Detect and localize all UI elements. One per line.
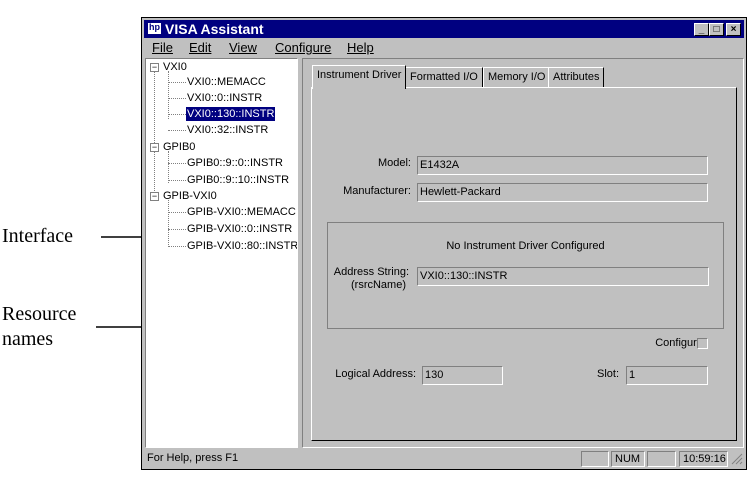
status-pane-caps	[581, 451, 609, 467]
tree-branch	[168, 114, 186, 115]
status-time: 10:59:16	[679, 451, 728, 467]
tree-resource-gpib0-9-10-instr[interactable]: GPIB0::9::10::INSTR	[187, 173, 289, 187]
tree-resource-gpib-vxi0-80-instr[interactable]: GPIB-VXI0::80::INSTR	[187, 239, 297, 253]
minimize-button[interactable]: _	[694, 23, 709, 36]
tab-attributes[interactable]: Attributes	[548, 67, 605, 87]
tree-interface-gpib0[interactable]: GPIB0	[163, 140, 195, 154]
slot-field[interactable]: 1	[626, 366, 708, 385]
collapse-gpib-vxi0-icon[interactable]: −	[150, 192, 159, 201]
status-num: NUM	[611, 451, 645, 467]
title-bar[interactable]: hp VISA Assistant _ □ ×	[144, 20, 744, 38]
collapse-vxi0-icon[interactable]: −	[150, 63, 159, 72]
instrument-driver-panel: Model: E1432A Manufacturer: Hewlett-Pack…	[311, 87, 737, 441]
logical-address-field[interactable]: 130	[422, 366, 503, 385]
tree-branch	[168, 82, 186, 83]
menu-configure[interactable]: Configure	[275, 40, 331, 55]
tree-root-line	[154, 69, 155, 193]
tree-resource-gpib-vxi0-memacc[interactable]: GPIB-VXI0::MEMACC	[187, 205, 296, 219]
visa-assistant-window: hp VISA Assistant _ □ × File Edit View C…	[141, 17, 747, 470]
configure-checkbox[interactable]	[697, 338, 708, 349]
hp-app-icon[interactable]: hp	[147, 22, 162, 35]
tree-branch	[168, 246, 186, 247]
tree-branch	[168, 229, 186, 230]
tab-memory-io[interactable]: Memory I/O	[483, 67, 551, 87]
menu-bar: File Edit View Configure Help	[144, 39, 744, 57]
tree-resource-vxi0-32-instr[interactable]: VXI0::32::INSTR	[187, 123, 268, 137]
model-label: Model:	[377, 157, 411, 169]
tree-interface-vxi0[interactable]: VXI0	[163, 60, 187, 74]
tree-interface-gpib-vxi0[interactable]: GPIB-VXI0	[163, 189, 217, 203]
address-string-field[interactable]: VXI0::130::INSTR	[417, 267, 709, 286]
menu-help[interactable]: Help	[347, 40, 374, 55]
resize-grip-icon[interactable]	[731, 453, 743, 465]
tree-resource-gpib-vxi0-0-instr[interactable]: GPIB-VXI0::0::INSTR	[187, 222, 292, 236]
rsrcname-label: (rsrcName)	[351, 279, 406, 291]
status-pane-scroll	[647, 451, 676, 467]
no-driver-message: No Instrument Driver Configured	[446, 240, 605, 252]
tree-gpib0-line	[168, 151, 169, 183]
close-button[interactable]: ×	[726, 23, 741, 36]
menu-edit[interactable]: Edit	[189, 40, 211, 55]
tree-branch	[168, 212, 186, 213]
menu-view[interactable]: View	[229, 40, 257, 55]
resource-tree[interactable]: − VXI0 VXI0::MEMACC VXI0::0::INSTR VXI0:…	[145, 58, 298, 448]
collapse-gpib0-icon[interactable]: −	[150, 143, 159, 152]
tree-resource-vxi0-0-instr[interactable]: VXI0::0::INSTR	[187, 91, 262, 105]
menu-file[interactable]: File	[152, 40, 173, 55]
tree-branch	[168, 130, 186, 131]
tree-branch	[168, 180, 186, 181]
tab-instrument-driver[interactable]: Instrument Driver	[312, 65, 407, 89]
model-field[interactable]: E1432A	[417, 156, 708, 175]
tree-resource-vxi0-130-instr-selected[interactable]: VXI0::130::INSTR	[186, 107, 276, 121]
driver-config-group: No Instrument Driver Configured Address …	[327, 222, 724, 329]
tree-resource-vxi0-memacc[interactable]: VXI0::MEMACC	[187, 75, 266, 89]
tree-vxi0-line	[168, 71, 169, 119]
tree-resource-gpib0-9-0-instr[interactable]: GPIB0::9::0::INSTR	[187, 156, 283, 170]
status-bar: For Help, press F1 NUM 10:59:16	[144, 450, 744, 468]
window-title: VISA Assistant	[165, 21, 264, 37]
tab-formatted-io[interactable]: Formatted I/O	[405, 67, 483, 87]
tree-branch	[168, 98, 186, 99]
tree-gpibvxi0-line	[168, 200, 169, 247]
address-string-label: Address String:	[333, 266, 409, 278]
details-pane: Instrument Driver Formatted I/O Memory I…	[302, 58, 744, 448]
manufacturer-field[interactable]: Hewlett-Packard	[417, 183, 708, 202]
manufacturer-label: Manufacturer:	[343, 185, 411, 197]
logical-address-label: Logical Address:	[335, 368, 416, 380]
status-help-text: For Help, press F1	[147, 452, 239, 464]
slot-label: Slot:	[596, 368, 619, 380]
tree-branch	[168, 163, 186, 164]
maximize-button[interactable]: □	[709, 23, 724, 36]
